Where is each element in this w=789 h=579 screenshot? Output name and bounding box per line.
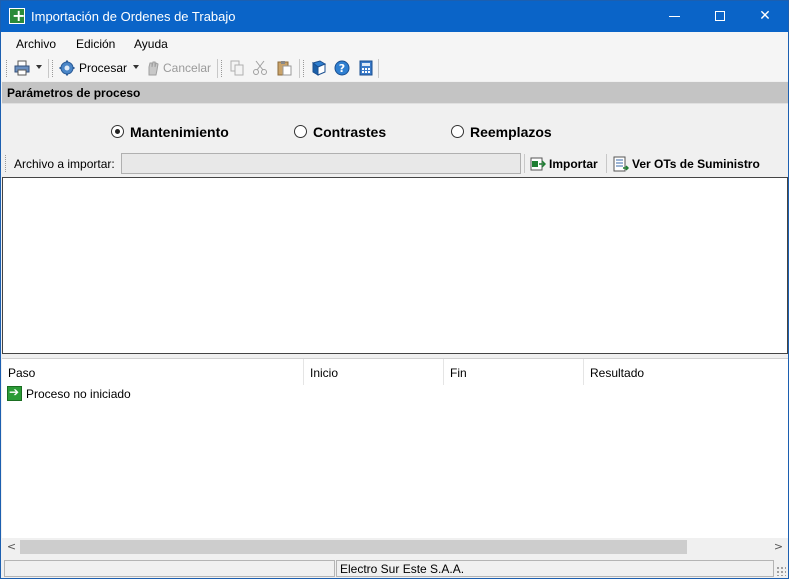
- toolbar-separator: [217, 59, 218, 78]
- window-title: Importación de Ordenes de Trabajo: [31, 9, 236, 24]
- list-header: Paso Inicio Fin Resultado: [2, 359, 788, 385]
- cut-icon[interactable]: [252, 60, 268, 76]
- column-label: Paso: [8, 366, 36, 380]
- column-header-inicio[interactable]: Inicio: [304, 359, 444, 385]
- status-pane-company: Electro Sur Este S.A.A.: [336, 560, 774, 577]
- minimize-icon: [668, 15, 680, 17]
- svg-text:?: ?: [339, 62, 345, 75]
- toolbar-grip[interactable]: [52, 60, 55, 77]
- maximize-icon: [715, 11, 725, 21]
- import-toolbar: Archivo a importar: Importar Ver OTs de …: [2, 151, 788, 176]
- minimize-button[interactable]: [651, 1, 697, 32]
- toolbar: Procesar Cancelar ?: [1, 56, 788, 81]
- menu-edicion[interactable]: Edición: [76, 37, 115, 51]
- importar-button[interactable]: Importar: [549, 157, 598, 171]
- radio-unchecked-icon[interactable]: [451, 125, 464, 138]
- radio-label[interactable]: Reemplazos: [470, 124, 552, 140]
- procesar-dropdown-icon[interactable]: [133, 65, 139, 69]
- scroll-left-icon[interactable]: <: [3, 540, 20, 554]
- horizontal-scrollbar[interactable]: < >: [2, 538, 788, 556]
- toolbar-separator: [378, 59, 379, 78]
- toolbar-grip[interactable]: [6, 60, 9, 77]
- app-icon: [9, 6, 25, 25]
- procesar-button[interactable]: Procesar: [79, 61, 127, 75]
- gear-icon[interactable]: [59, 60, 75, 76]
- step-label: Proceso no iniciado: [26, 387, 131, 401]
- maximize-button[interactable]: [697, 1, 743, 32]
- toolbar-separator: [299, 59, 300, 78]
- print-dropdown-icon[interactable]: [36, 65, 42, 69]
- file-label: Archivo a importar:: [14, 157, 115, 171]
- radio-label[interactable]: Mantenimiento: [130, 124, 229, 140]
- section-title: Parámetros de proceso: [7, 86, 141, 100]
- process-type-group: Mantenimiento Contrastes Reemplazos: [2, 103, 788, 151]
- arrow-right-icon: [7, 385, 22, 401]
- book-help-icon[interactable]: [311, 60, 327, 76]
- toolbar-grip[interactable]: [221, 60, 224, 77]
- status-bar: Electro Sur Este S.A.A.: [2, 558, 788, 578]
- company-name: Electro Sur Este S.A.A.: [340, 562, 465, 576]
- toolbar-separator: [524, 154, 525, 173]
- hand-icon: [148, 61, 159, 76]
- preview-panel[interactable]: [2, 177, 788, 354]
- toolbar-grip[interactable]: [303, 60, 306, 77]
- printer-icon[interactable]: [14, 60, 30, 76]
- toolbar-separator: [48, 59, 49, 78]
- cancelar-button[interactable]: Cancelar: [163, 61, 211, 75]
- radio-label[interactable]: Contrastes: [313, 124, 386, 140]
- column-header-fin[interactable]: Fin: [444, 359, 584, 385]
- menu-ayuda[interactable]: Ayuda: [134, 37, 168, 51]
- title-bar[interactable]: Importación de Ordenes de Trabajo ✕: [1, 1, 788, 32]
- column-label: Inicio: [310, 366, 339, 380]
- column-header-paso[interactable]: Paso: [2, 359, 304, 385]
- status-pane-left: [4, 560, 335, 577]
- column-header-resultado[interactable]: Resultado: [584, 359, 788, 385]
- close-button[interactable]: ✕: [742, 1, 788, 32]
- scroll-right-icon[interactable]: >: [770, 540, 787, 554]
- scroll-thumb[interactable]: [20, 540, 687, 554]
- toolbar-grip[interactable]: [5, 155, 8, 172]
- copy-icon[interactable]: [229, 60, 245, 76]
- ver-ots-button[interactable]: Ver OTs de Suministro: [632, 157, 760, 171]
- resize-grip-icon[interactable]: [776, 566, 786, 576]
- paste-icon[interactable]: [276, 60, 292, 76]
- steps-list[interactable]: Paso Inicio Fin Resultado Proceso no ini…: [2, 358, 788, 556]
- menu-bar: Archivo Edición Ayuda: [1, 32, 788, 56]
- file-path-input[interactable]: [121, 153, 521, 174]
- toolbar-separator: [606, 154, 607, 173]
- column-label: Resultado: [590, 366, 645, 380]
- main-window: Importación de Ordenes de Trabajo ✕ Arch…: [0, 0, 789, 579]
- close-icon: ✕: [759, 8, 771, 24]
- menu-archivo[interactable]: Archivo: [16, 37, 56, 51]
- radio-checked-icon[interactable]: [111, 125, 124, 138]
- help-icon[interactable]: ?: [334, 60, 350, 76]
- column-label: Fin: [450, 366, 467, 380]
- calculator-icon[interactable]: [358, 60, 374, 76]
- excel-import-icon[interactable]: [530, 156, 546, 172]
- list-view-icon[interactable]: [613, 156, 629, 172]
- radio-unchecked-icon[interactable]: [294, 125, 307, 138]
- section-header: Parámetros de proceso: [2, 82, 788, 103]
